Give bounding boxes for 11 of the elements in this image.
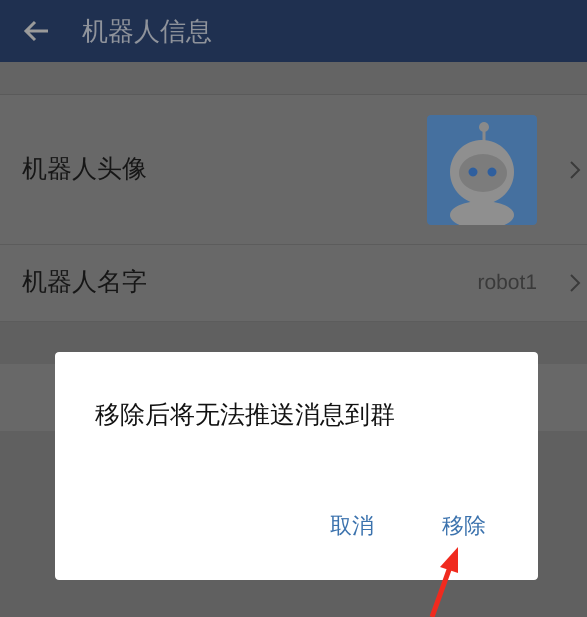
row-label: 机器人头像 — [22, 154, 147, 185]
chevron-right-icon — [569, 273, 581, 293]
row-label: 机器人名字 — [22, 267, 147, 298]
back-arrow-icon[interactable] — [22, 19, 50, 43]
dialog-button[interactable]: 移除 — [442, 509, 486, 542]
robot-avatar-icon — [427, 114, 537, 224]
dialog-message: 移除后将无法推送消息到群 — [95, 400, 396, 431]
dialog-button[interactable]: 取消 — [330, 509, 374, 542]
settings-row[interactable]: 机器人头像 — [0, 95, 587, 245]
header-title: 机器人信息 — [82, 14, 212, 48]
chevron-right-icon — [569, 160, 581, 180]
